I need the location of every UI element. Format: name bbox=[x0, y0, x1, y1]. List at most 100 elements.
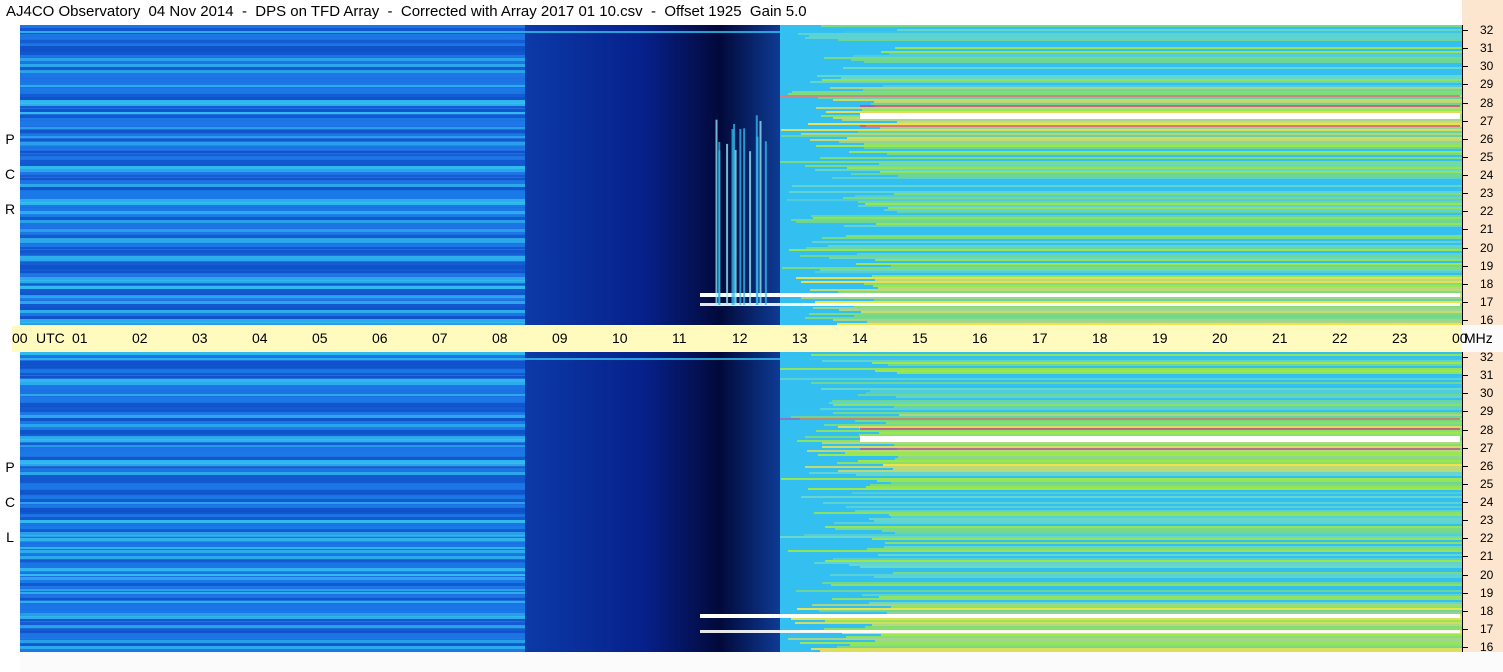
spectro-band bbox=[804, 534, 1462, 536]
spectro-band bbox=[830, 251, 1462, 253]
spectro-band bbox=[895, 47, 1462, 49]
utc-tick-label: 10 bbox=[612, 330, 628, 346]
spectro-band bbox=[822, 79, 1462, 81]
spectro-band bbox=[796, 590, 1462, 592]
spectro-band bbox=[807, 243, 1462, 245]
spectro-band bbox=[825, 526, 1462, 528]
freq-tick-label: 28 bbox=[1480, 95, 1494, 110]
spectro-band bbox=[822, 442, 1462, 444]
spectro-band bbox=[20, 496, 525, 499]
spectro-band bbox=[875, 640, 1462, 642]
rcp-spectrogram bbox=[20, 25, 1462, 325]
spectro-band bbox=[819, 610, 1462, 612]
spectro-band bbox=[20, 598, 525, 600]
utc-tick-label: 20 bbox=[1212, 330, 1228, 346]
spectro-band bbox=[893, 468, 1462, 470]
spectro-band bbox=[841, 384, 1462, 386]
spectro-band bbox=[20, 304, 525, 307]
spectro-band bbox=[20, 301, 525, 304]
spectro-band bbox=[800, 255, 1462, 257]
freq-tick bbox=[1462, 610, 1468, 612]
freq-tick bbox=[1462, 393, 1468, 395]
spectro-band bbox=[20, 229, 525, 232]
spectro-band bbox=[787, 556, 1462, 558]
spectro-band bbox=[810, 81, 1462, 83]
spectro-band bbox=[780, 536, 1462, 538]
spectro-band bbox=[878, 554, 1462, 556]
spectro-band bbox=[796, 277, 1462, 279]
spectro-band bbox=[864, 147, 1462, 149]
freq-tick-label: 19 bbox=[1480, 258, 1494, 273]
spectro-band bbox=[792, 91, 1462, 93]
freq-tick-label: 30 bbox=[1480, 386, 1494, 401]
rcp-frequency-axis: 32 31 30 29 28 27 26 25 24 23 22 21 20 19 18 17 16 bbox=[1462, 24, 1503, 326]
spectro-band bbox=[812, 241, 1462, 243]
spectro-band bbox=[888, 364, 1462, 366]
spectro-band bbox=[20, 238, 525, 241]
spectro-band bbox=[20, 247, 525, 249]
spectro-band bbox=[801, 281, 1462, 283]
utc-tick-label: 07 bbox=[432, 330, 448, 346]
spectro-band bbox=[20, 160, 525, 163]
spectro-band bbox=[860, 566, 1462, 568]
spectro-band bbox=[801, 496, 1462, 498]
spectro-band bbox=[20, 589, 525, 591]
burst-streak bbox=[715, 119, 718, 305]
freq-tick bbox=[1462, 175, 1468, 176]
spectro-band bbox=[797, 608, 1462, 610]
spectro-band bbox=[20, 445, 525, 447]
spectro-band bbox=[877, 480, 1462, 482]
spectro-band bbox=[895, 458, 1462, 460]
freq-tick-label: 24 bbox=[1480, 168, 1494, 182]
spectro-band bbox=[823, 179, 1462, 181]
spectro-band bbox=[856, 263, 1462, 265]
spectro-band bbox=[838, 39, 1462, 41]
spectro-band bbox=[20, 232, 525, 234]
spectro-band bbox=[847, 137, 1462, 139]
spectro-band bbox=[855, 510, 1462, 512]
spectro-band bbox=[20, 226, 525, 228]
spectro-band bbox=[20, 52, 525, 55]
freq-tick-label: 32 bbox=[1480, 350, 1494, 364]
spectro-band bbox=[20, 205, 525, 207]
spectro-band bbox=[811, 354, 1462, 356]
spectro-band bbox=[854, 43, 1462, 45]
spectro-band bbox=[839, 141, 1462, 143]
spectro-band bbox=[894, 444, 1462, 446]
spectro-band bbox=[20, 61, 525, 63]
spectro-band bbox=[20, 85, 525, 87]
spectro-band bbox=[867, 227, 1462, 229]
freq-tick bbox=[1462, 156, 1468, 158]
freq-tick-label: 20 bbox=[1480, 567, 1494, 582]
spectro-band bbox=[824, 628, 1462, 630]
utc-tick-label: 15 bbox=[912, 330, 928, 346]
spectro-band bbox=[815, 271, 1462, 273]
spectro-band bbox=[798, 33, 1462, 35]
spectro-band bbox=[884, 209, 1462, 211]
spectro-band bbox=[20, 415, 525, 418]
freq-tick-label: 19 bbox=[1480, 585, 1494, 600]
spectro-band bbox=[883, 464, 1462, 466]
utc-tick-label: UTC bbox=[36, 330, 65, 346]
spectro-band bbox=[20, 604, 525, 607]
freq-tick bbox=[1462, 465, 1468, 467]
utc-tick-label: 02 bbox=[132, 330, 148, 346]
spectro-band bbox=[821, 25, 1462, 27]
spectro-band bbox=[865, 498, 1462, 500]
spectro-band bbox=[813, 494, 1462, 496]
spectro-band bbox=[20, 466, 525, 468]
spectro-band bbox=[20, 352, 525, 355]
freq-tick-label: 23 bbox=[1480, 513, 1494, 528]
spectro-band bbox=[20, 388, 525, 390]
spectro-band bbox=[816, 504, 1462, 506]
spectro-band bbox=[20, 592, 525, 594]
spectro-band bbox=[874, 299, 1462, 301]
spectro-band bbox=[835, 528, 1462, 530]
spectro-band bbox=[850, 644, 1462, 646]
spectro-band bbox=[880, 171, 1462, 173]
freq-tick-label: 31 bbox=[1480, 368, 1494, 383]
spectro-band bbox=[20, 520, 525, 523]
spectro-band bbox=[795, 622, 1462, 624]
spectro-band bbox=[820, 408, 1462, 410]
spectro-band bbox=[889, 514, 1462, 516]
